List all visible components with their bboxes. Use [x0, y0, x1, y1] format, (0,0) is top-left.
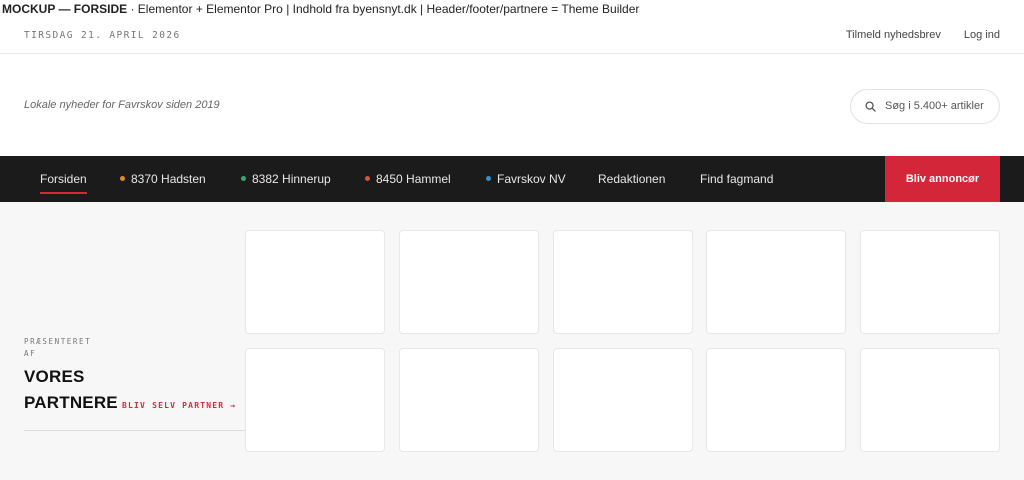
- partner-logo-card[interactable]: [399, 348, 539, 452]
- nav-item-hammel[interactable]: 8450 Hammel: [365, 156, 451, 202]
- partner-logo-card[interactable]: [860, 230, 1000, 334]
- partners-section: PRÆSENTERET AF VORES PARTNERE BLIV SELV …: [0, 202, 1024, 480]
- area-dot-icon: [486, 176, 491, 181]
- partners-title-line1: VORES: [24, 367, 85, 386]
- nav-item-hinnerup[interactable]: 8382 Hinnerup: [241, 156, 331, 202]
- partner-logo-card[interactable]: [553, 230, 693, 334]
- partner-logo-card[interactable]: [245, 348, 385, 452]
- partners-eyebrow: PRÆSENTERET AF: [24, 337, 92, 358]
- nav-item-hadsten[interactable]: 8370 Hadsten: [120, 156, 206, 202]
- nav-item-label: Favrskov NV: [497, 172, 566, 186]
- search-box[interactable]: Søg i 5.400+ artikler: [850, 89, 1000, 124]
- banner-title: MOCKUP — FORSIDE: [2, 2, 128, 16]
- nav-item-redaktionen[interactable]: Redaktionen: [598, 156, 665, 202]
- nav-item-label: 8370 Hadsten: [131, 172, 206, 186]
- area-dot-icon: [120, 176, 125, 181]
- nav-item-forsiden[interactable]: Forsiden: [40, 156, 87, 202]
- partner-logo-card[interactable]: [399, 230, 539, 334]
- search-placeholder: Søg i 5.400+ artikler: [885, 100, 984, 112]
- partner-logo-card[interactable]: [706, 230, 846, 334]
- section-divider: [24, 430, 246, 431]
- nav-item-find-fagmand[interactable]: Find fagmand: [700, 156, 773, 202]
- nav-item-label: 8450 Hammel: [376, 172, 451, 186]
- top-bar: TIRSDAG 21. APRIL 2026 Tilmeld nyhedsbre…: [0, 20, 1024, 54]
- main-nav: Forsiden 8370 Hadsten 8382 Hinnerup 8450…: [0, 156, 1024, 202]
- site-tagline: Lokale nyheder for Favrskov siden 2019: [24, 99, 220, 111]
- date-label: TIRSDAG 21. APRIL 2026: [24, 30, 181, 41]
- banner-subtitle: · Elementor + Elementor Pro | Indhold fr…: [127, 2, 640, 16]
- brand-row: Lokale nyheder for Favrskov siden 2019 S…: [0, 55, 1024, 156]
- area-dot-icon: [241, 176, 246, 181]
- become-advertiser-button[interactable]: Bliv annoncør: [885, 156, 1000, 202]
- nav-item-label: 8382 Hinnerup: [252, 172, 331, 186]
- area-dot-icon: [365, 176, 370, 181]
- nav-item-favrskov-nv[interactable]: Favrskov NV: [486, 156, 566, 202]
- newsletter-link[interactable]: Tilmeld nyhedsbrev: [846, 29, 941, 41]
- top-links: Tilmeld nyhedsbrev Log ind: [826, 29, 1000, 41]
- partner-logo-card[interactable]: [706, 348, 846, 452]
- partners-title: VORES PARTNERE: [24, 364, 124, 416]
- become-partner-link[interactable]: BLIV SELV PARTNER →: [122, 401, 236, 410]
- nav-item-label: Redaktionen: [598, 172, 666, 186]
- partner-logo-card[interactable]: [553, 348, 693, 452]
- login-link[interactable]: Log ind: [964, 29, 1000, 41]
- partner-logo-card[interactable]: [245, 230, 385, 334]
- nav-item-label: Forsiden: [40, 172, 87, 186]
- mockup-banner: MOCKUP — FORSIDE · Elementor + Elementor…: [0, 0, 1024, 20]
- search-icon: [865, 101, 876, 112]
- nav-item-label: Find fagmand: [700, 172, 774, 186]
- partners-title-line2: PARTNERE: [24, 393, 118, 412]
- partner-logo-card[interactable]: [860, 348, 1000, 452]
